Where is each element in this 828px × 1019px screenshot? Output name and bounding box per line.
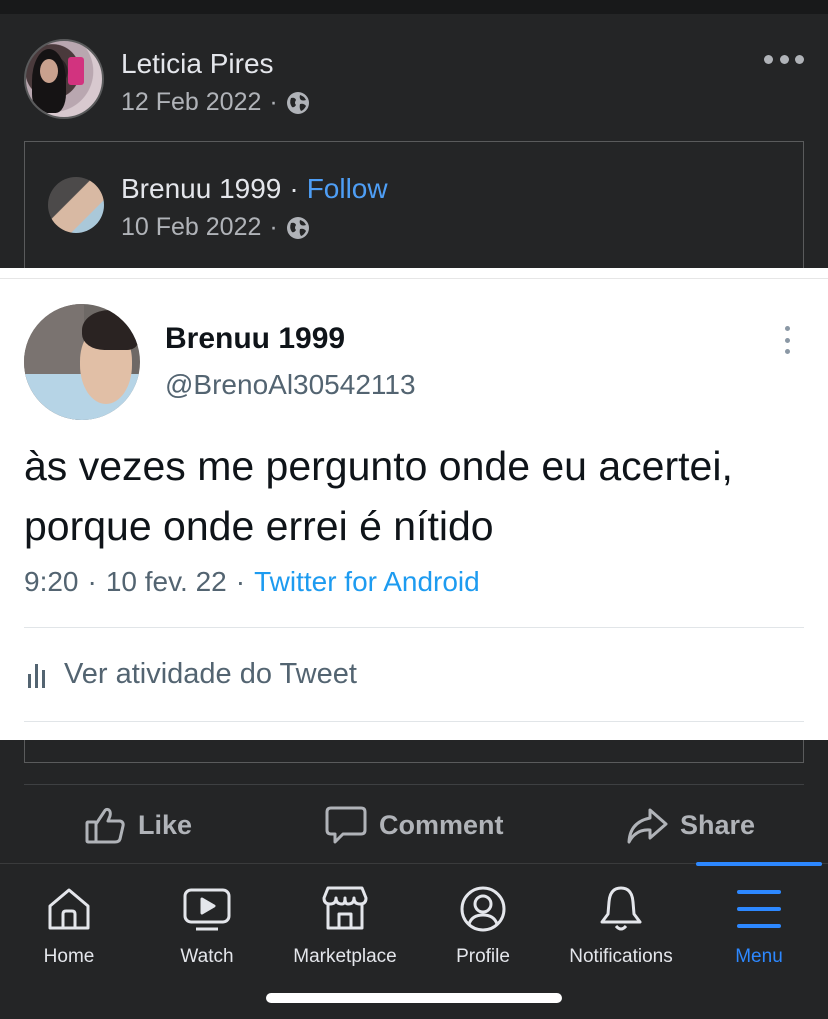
divider (24, 627, 804, 628)
meta-separator: · (269, 213, 278, 241)
shared-author-avatar[interactable] (48, 177, 104, 233)
bell-icon (600, 886, 642, 931)
nav-item-marketplace[interactable]: Marketplace (276, 884, 414, 968)
status-strip (0, 0, 828, 14)
share-label: Share (680, 809, 756, 840)
tweet-meta: 9:20 · 10 fev. 22 · Twitter for Android (24, 566, 480, 598)
post-header: Leticia Pires 12 Feb 2022 · (0, 14, 828, 142)
tweet-source: Twitter for Android (254, 566, 480, 597)
globe-icon (286, 91, 309, 114)
nav-label-profile: Profile (456, 946, 510, 967)
follow-link[interactable]: Follow (307, 173, 388, 205)
tweet-avatar (24, 304, 140, 420)
shared-post-meta: 10 Feb 2022 · (121, 213, 310, 242)
nav-label-marketplace: Marketplace (293, 946, 397, 967)
tweet-activity-label: Ver atividade do Tweet (64, 658, 357, 690)
active-tab-indicator (696, 862, 822, 866)
menu-icon (737, 890, 781, 928)
tweet-text: às vezes me pergunto onde eu acertei, po… (24, 443, 733, 549)
tweet-handle: @BrenoAl30542113 (165, 369, 416, 400)
profile-icon (460, 886, 506, 932)
analytics-icon (24, 662, 50, 688)
post-meta: 12 Feb 2022 · (121, 88, 310, 117)
nav-item-watch[interactable]: Watch (138, 884, 276, 968)
shared-post-date[interactable]: 10 Feb 2022 (121, 213, 261, 242)
nav-item-menu[interactable]: Menu (690, 884, 828, 968)
tweet-time: 9:20 (24, 566, 79, 597)
comment-button[interactable]: Comment (325, 803, 504, 847)
shared-separator: · (289, 173, 299, 204)
share-button[interactable]: Share (626, 803, 755, 847)
nav-item-notifications[interactable]: Notifications (552, 884, 690, 968)
nav-label-notifications: Notifications (569, 946, 673, 967)
comment-label: Comment (379, 809, 504, 840)
thumbs-up-icon (85, 807, 125, 844)
home-indicator[interactable] (266, 993, 562, 1003)
nav-label-home: Home (43, 946, 95, 967)
divider (24, 721, 804, 722)
share-icon (627, 808, 668, 844)
nav-label-watch: Watch (180, 946, 234, 967)
globe-icon (286, 216, 309, 239)
nav-label-menu: Menu (735, 946, 783, 967)
meta-separator: · (269, 88, 278, 116)
like-label: Like (138, 809, 193, 840)
comment-icon (325, 806, 367, 844)
like-button[interactable]: Like (84, 803, 192, 847)
tweet-date: 10 fev. 22 (105, 566, 227, 597)
nav-item-home[interactable]: Home (0, 884, 138, 968)
kebab-menu-icon (783, 326, 791, 354)
more-options-icon[interactable] (764, 52, 804, 66)
marketplace-icon (322, 886, 368, 930)
nav-item-profile[interactable]: Profile (414, 884, 552, 968)
post-actions: Like Comment Share (0, 785, 828, 863)
author-name[interactable]: Leticia Pires (121, 48, 274, 80)
watch-icon (183, 888, 231, 931)
post-date[interactable]: 12 Feb 2022 (121, 88, 261, 117)
home-icon (48, 888, 90, 930)
author-avatar[interactable] (24, 39, 104, 119)
tweet-separator: · (235, 566, 246, 597)
tweet-separator: · (87, 566, 97, 597)
tweet-author-name: Brenuu 1999 (165, 322, 346, 355)
tweet-image[interactable]: Brenuu 1999 @BrenoAl30542113 às vezes me… (0, 268, 828, 740)
tweet-activity: Ver atividade do Tweet (24, 658, 357, 691)
divider (0, 278, 828, 279)
shared-author-name[interactable]: Brenuu 1999 (121, 173, 281, 205)
shared-author-line: Brenuu 1999 · Follow (121, 173, 388, 205)
